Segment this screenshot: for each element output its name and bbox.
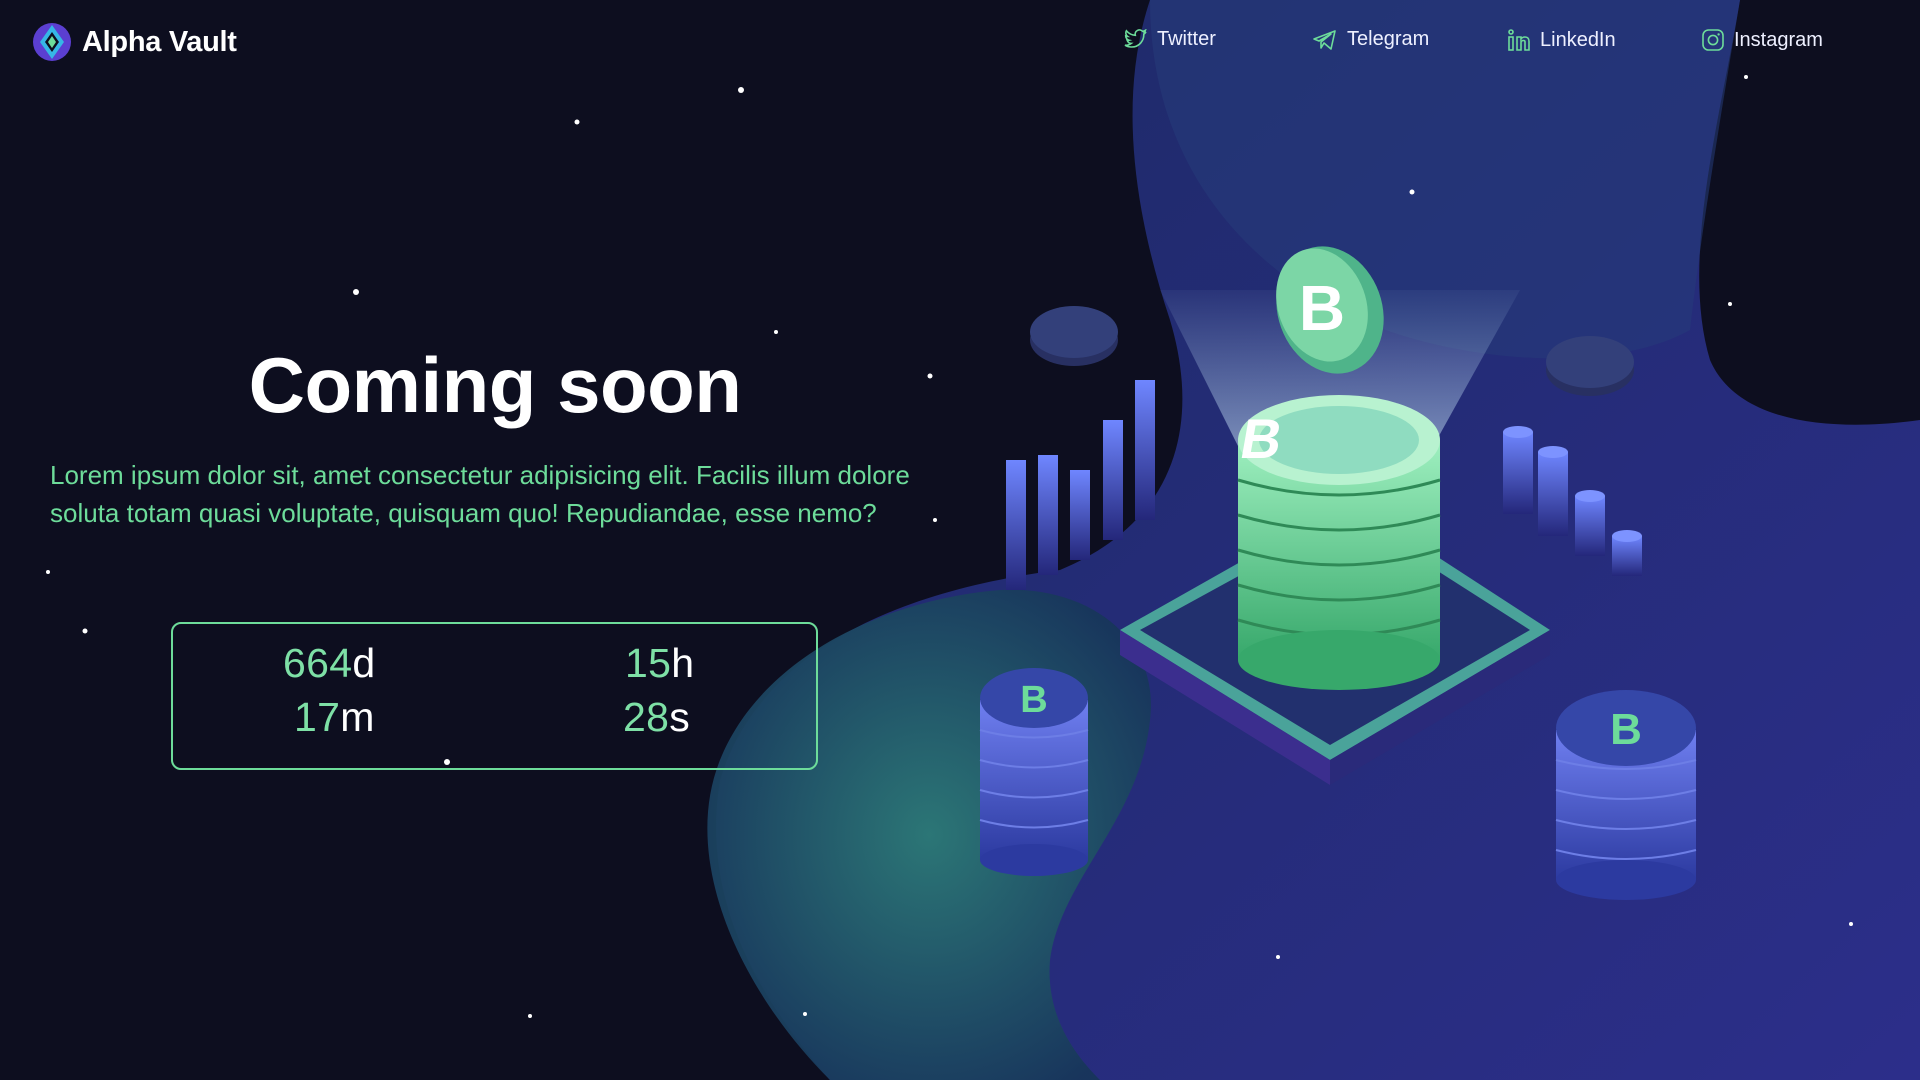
nav-label-linkedin: LinkedIn [1540, 28, 1616, 51]
nav-link-linkedin[interactable]: LinkedIn [1507, 28, 1616, 52]
countdown-minutes: 17m [294, 694, 375, 741]
nav-label-twitter: Twitter [1157, 28, 1216, 50]
telegram-icon [1313, 29, 1336, 50]
nav-link-instagram[interactable]: Instagram [1701, 28, 1823, 52]
top-nav-bar: Alpha Vault Twitter Telegram LinkedIn In… [0, 0, 1920, 88]
twitter-icon [1124, 28, 1147, 48]
crypto-illustration: B B B B [46, 0, 1920, 1080]
hero-description: Lorem ipsum dolor sit, amet consectetur … [50, 460, 910, 528]
countdown-seconds-unit: s [669, 694, 691, 740]
countdown-days-value: 664 [283, 640, 353, 686]
countdown-minutes-value: 17 [294, 694, 341, 740]
countdown-hours-value: 15 [625, 640, 672, 686]
instagram-icon [1702, 29, 1724, 51]
countdown-hours-unit: h [671, 640, 695, 686]
countdown-seconds-value: 28 [623, 694, 670, 740]
svg-text:B: B [1020, 679, 1047, 721]
countdown-days-unit: d [352, 640, 376, 686]
brand-name: Alpha Vault [82, 25, 237, 58]
nav-label-telegram: Telegram [1347, 28, 1430, 50]
nav-label-instagram: Instagram [1734, 28, 1823, 51]
nav-link-twitter[interactable]: Twitter [1124, 28, 1216, 51]
hero-title: Coming soon [248, 341, 742, 429]
linkedin-icon [1508, 29, 1530, 51]
countdown-hours: 15h [625, 640, 694, 687]
nav-link-telegram[interactable]: Telegram [1312, 28, 1429, 51]
countdown-minutes-unit: m [340, 694, 375, 740]
countdown-timer: 664d 15h 17m 28s [171, 622, 818, 770]
countdown-seconds: 28s [623, 694, 690, 741]
brand-logo[interactable]: Alpha Vault [30, 20, 237, 64]
svg-text:B: B [1299, 272, 1345, 344]
countdown-days: 664d [283, 640, 375, 687]
svg-text:B: B [1610, 705, 1642, 754]
logo-mark-icon [33, 23, 71, 61]
